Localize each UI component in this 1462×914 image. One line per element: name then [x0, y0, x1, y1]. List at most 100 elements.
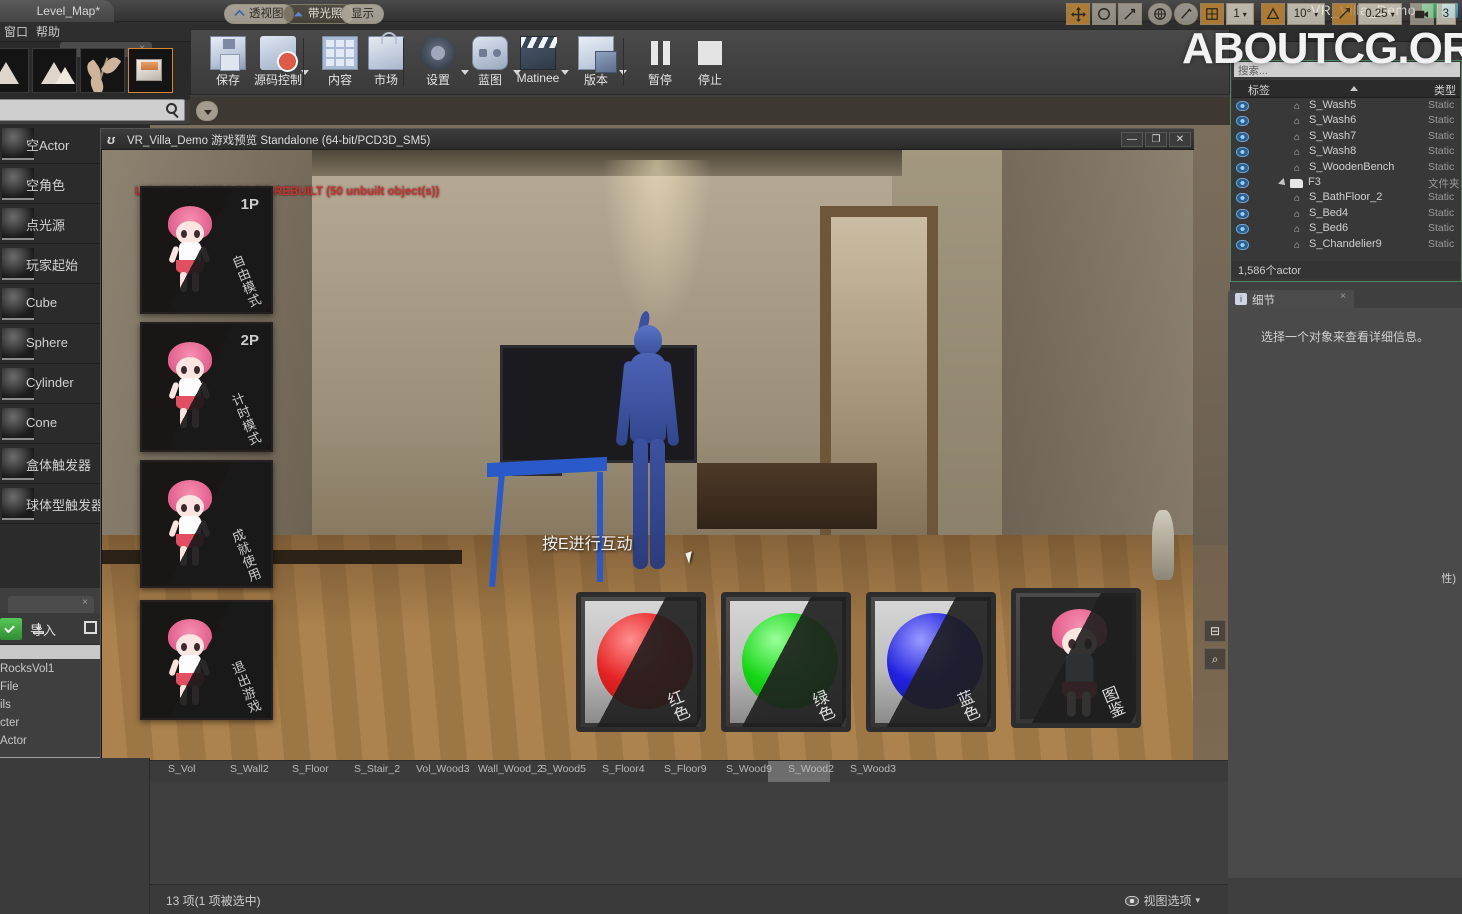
asset-label[interactable]: S_Wood9	[726, 763, 772, 775]
content-tree-item[interactable]: cter	[0, 717, 100, 735]
toolbar-button-build-cubes[interactable]: 版本	[569, 34, 627, 92]
select-move-tool[interactable]	[1066, 3, 1091, 25]
outliner-search-input[interactable]: 搜索...	[1234, 62, 1460, 77]
import-button-label[interactable]: 导入	[30, 620, 56, 639]
world-space-toggle[interactable]	[1148, 3, 1173, 25]
content-tree-item[interactable]: File	[0, 681, 100, 699]
asset-label[interactable]: S_Wall2	[230, 763, 269, 775]
viewport-show-button[interactable]: 显示	[341, 4, 384, 24]
visibility-toggle-icon[interactable]	[1236, 208, 1249, 219]
toolbar-button-clapperboard[interactable]: Matinee	[511, 34, 569, 92]
placement-thumb-foliage[interactable]	[80, 48, 125, 93]
visibility-toggle-icon[interactable]	[1236, 162, 1249, 173]
wall-poster-0[interactable]: 1P 自由模式	[140, 186, 273, 314]
viewport-zoom-button[interactable]: ⌕	[1204, 648, 1226, 670]
visibility-toggle-icon[interactable]	[1236, 224, 1249, 235]
inventory-card-0[interactable]: 红色	[576, 592, 706, 732]
grid-snap-value[interactable]: 1 ▾	[1226, 3, 1254, 25]
visibility-toggle-icon[interactable]	[1236, 101, 1249, 111]
content-browser-tree[interactable]: RocksVol1 File ils cter Actor	[0, 663, 100, 758]
menu-item-help[interactable]: 帮助	[30, 22, 66, 42]
game-viewport[interactable]: LIGHTING NEEDS TO BE REBUILT (50 unbuilt…	[102, 150, 1193, 765]
details-tab[interactable]: i 细节 ×	[1228, 290, 1354, 308]
asset-label[interactable]: S_Wood3	[850, 763, 896, 775]
outliner-row[interactable]: ⌂ S_Wash6 Static	[1232, 114, 1460, 129]
toolbar-button-source-control[interactable]: 源码控制	[251, 34, 309, 92]
surface-snap-toggle[interactable]	[1174, 3, 1199, 25]
close-icon[interactable]: ×	[82, 597, 88, 608]
visibility-toggle-icon[interactable]	[1236, 131, 1249, 142]
angle-snap-value[interactable]: 10° ▾	[1286, 3, 1326, 25]
inventory-card-3[interactable]: 图鉴	[1011, 588, 1141, 728]
toolbar-button-marketplace-bag[interactable]: 市场	[359, 32, 413, 92]
placement-thumb-0[interactable]	[0, 48, 29, 93]
outliner-row[interactable]: ⌂ S_Wash7 Static	[1232, 130, 1460, 145]
inventory-card-1[interactable]: 绿色	[721, 592, 851, 732]
game-restore-button[interactable]: ❐	[1145, 132, 1167, 147]
inventory-card-2[interactable]: 蓝色	[866, 592, 996, 732]
add-new-button[interactable]	[0, 618, 22, 640]
camera-speed-toggle[interactable]	[1409, 3, 1434, 25]
placement-thumb-geometry[interactable]	[128, 48, 173, 93]
visibility-toggle-icon[interactable]	[1236, 193, 1249, 204]
angle-snap-toggle[interactable]	[1260, 3, 1285, 25]
toolbar-button-floppy-disk[interactable]: 保存	[201, 34, 255, 92]
visibility-toggle-icon[interactable]	[1236, 116, 1249, 127]
toolbar-button-blueprint[interactable]: 蓝图	[463, 34, 521, 92]
static-mesh-icon: ⌂	[1294, 208, 1301, 220]
outliner-row[interactable]: ⌂ S_WoodenBench Static	[1232, 161, 1460, 176]
wall-poster-3[interactable]: 退出游戏	[140, 600, 273, 720]
toolbar-button-stop[interactable]: 停止	[683, 34, 737, 92]
chevron-down-icon[interactable]	[561, 70, 569, 75]
asset-label[interactable]: S_Floor4	[602, 763, 645, 775]
placement-thumb-mountain[interactable]	[32, 48, 77, 93]
close-icon[interactable]: ×	[1340, 291, 1346, 302]
scale-tool[interactable]	[1118, 3, 1143, 25]
asset-label[interactable]: Wall_Wood_2	[478, 763, 543, 775]
content-tree-item[interactable]: RocksVol1	[0, 663, 100, 681]
outliner-col-type[interactable]: 类型	[1434, 82, 1456, 98]
asset-label[interactable]: Vol_Wood3	[416, 763, 470, 775]
rotate-tool[interactable]	[1092, 3, 1117, 25]
outliner-row[interactable]: ⌂ S_Bed4 Static	[1232, 207, 1460, 222]
grid-snap-toggle[interactable]	[1200, 3, 1225, 25]
outliner-row[interactable]: F3 文件夹	[1232, 176, 1460, 191]
wall-poster-2[interactable]: 成就使用	[140, 460, 273, 588]
content-tree-item[interactable]: ils	[0, 699, 100, 717]
asset-label[interactable]: S_Wood2	[788, 763, 834, 775]
content-tree-item[interactable]: Actor	[0, 735, 100, 753]
visibility-toggle-icon[interactable]	[1236, 147, 1249, 158]
game-minimize-button[interactable]: —	[1121, 132, 1143, 147]
asset-label[interactable]: S_Vol	[168, 763, 195, 775]
toolbar-button-gear[interactable]: 设置	[411, 34, 469, 92]
menu-item-window[interactable]: 窗口	[0, 22, 34, 42]
level-tab[interactable]: Level_Map*	[0, 0, 114, 22]
outliner-col-label[interactable]: 标签	[1248, 82, 1270, 98]
scale-snap-toggle[interactable]	[1332, 3, 1357, 25]
wall-poster-1[interactable]: 2P 计时模式	[140, 322, 273, 452]
content-browser-main-area[interactable]	[150, 782, 1228, 884]
asset-label[interactable]: S_Floor9	[664, 763, 707, 775]
content-browser-search-strip[interactable]	[0, 645, 100, 659]
camera-speed-value[interactable]: 3	[1435, 3, 1456, 25]
viewport-maximize-button[interactable]: ⊟	[1204, 620, 1226, 642]
outliner-row[interactable]: ⌂ S_Bed6 Static	[1232, 222, 1460, 237]
placement-search-input[interactable]	[0, 99, 185, 121]
outliner-row[interactable]: ⌂ S_BathFloor_2 Static	[1232, 191, 1460, 206]
asset-label[interactable]: S_Floor	[292, 763, 329, 775]
scale-snap-value[interactable]: 0.25 ▾	[1358, 3, 1402, 25]
visibility-toggle-icon[interactable]	[1236, 177, 1249, 188]
asset-label[interactable]: S_Stair_2	[354, 763, 400, 775]
visibility-toggle-icon[interactable]	[1236, 239, 1249, 250]
toolbar-button-pause[interactable]: 暂停	[633, 34, 687, 92]
outliner-row[interactable]: ⌂ S_Chandelier9 Static	[1232, 238, 1460, 253]
save-all-icon[interactable]	[84, 621, 97, 634]
outliner-row[interactable]: ⌂ S_Wash5 Static	[1232, 99, 1460, 114]
view-options-button[interactable]: 视图选项 ▾	[1125, 892, 1200, 909]
viewport-options-dropdown[interactable]	[196, 101, 218, 121]
game-close-button[interactable]: ✕	[1169, 132, 1191, 147]
asset-label[interactable]: S_Wood5	[540, 763, 586, 775]
outliner-row[interactable]: ⌂ S_Wash8 Static	[1232, 145, 1460, 160]
content-browser-tab[interactable]: ×	[8, 596, 94, 613]
expand-arrow-icon[interactable]	[1278, 178, 1288, 188]
